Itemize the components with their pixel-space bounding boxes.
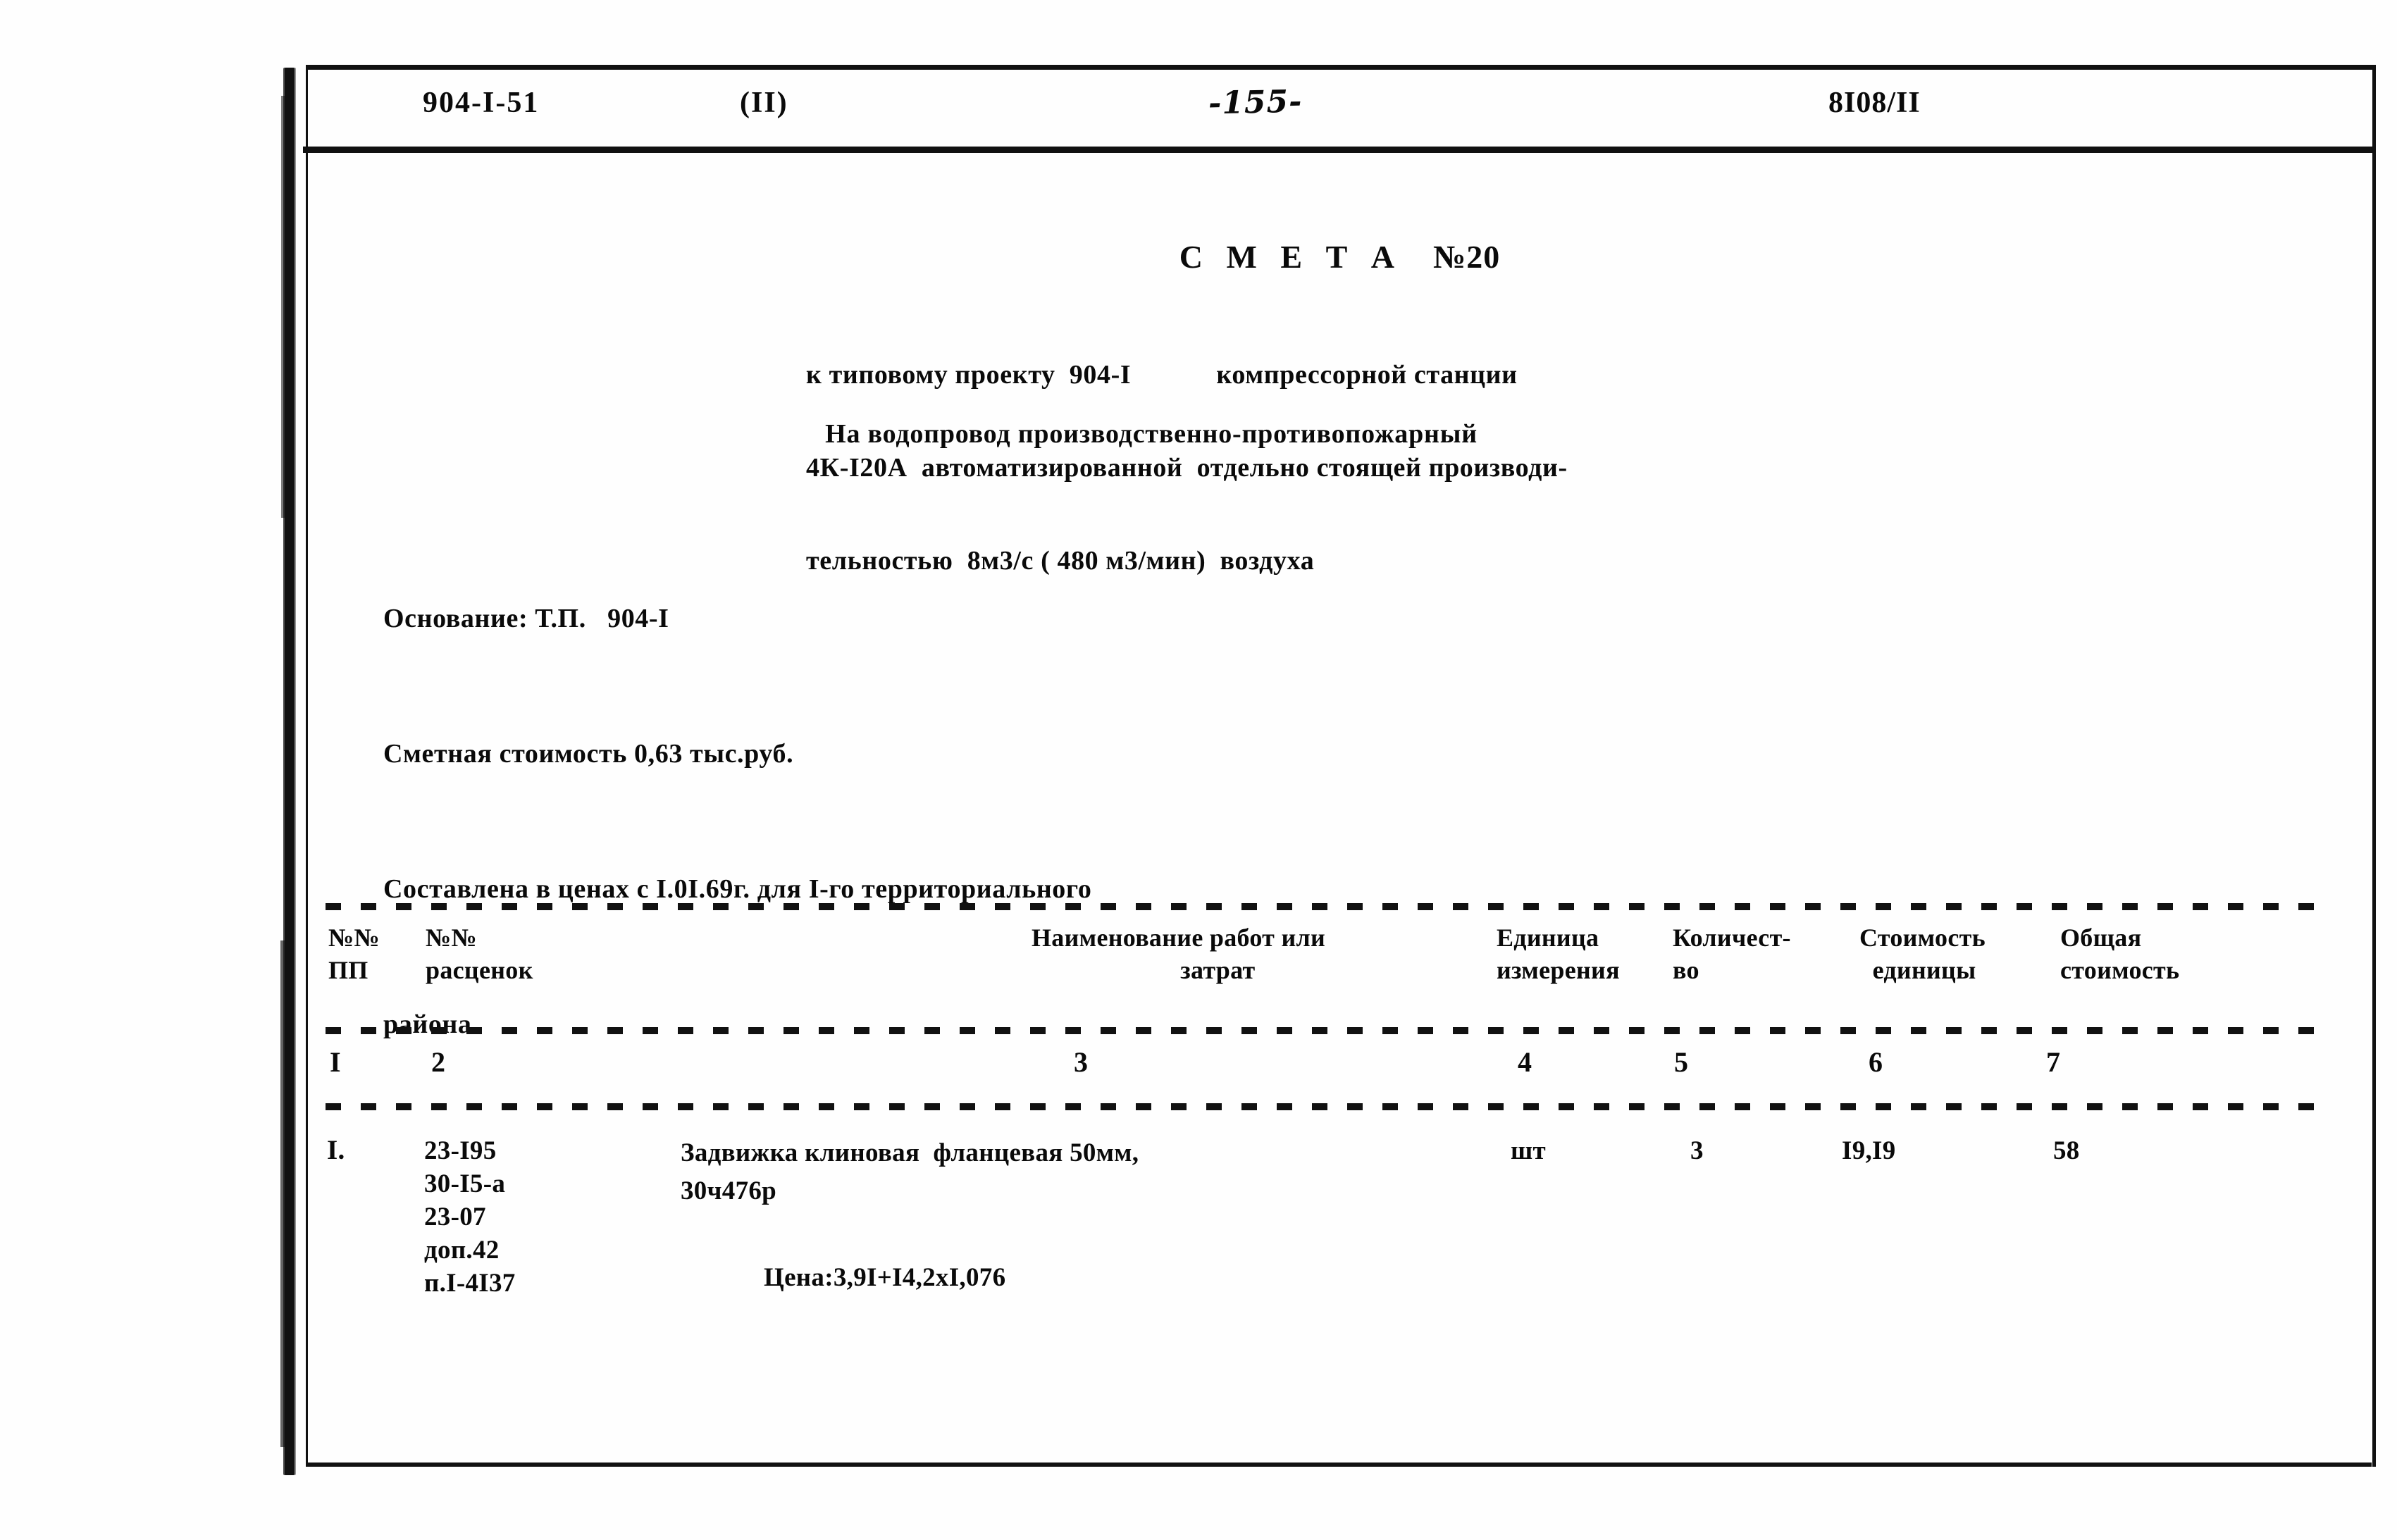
column-number-2: 2 [431, 1046, 445, 1078]
column-number-7: 7 [2046, 1046, 2060, 1078]
row-quantity: 3 [1690, 1136, 1704, 1165]
header-project-code: 904-I-51 [423, 87, 540, 119]
column-number-3: 3 [1074, 1046, 1088, 1078]
intro-line-2: 4К-I20А автоматизированной отдельно стоя… [806, 453, 1568, 483]
basis-line-1: Основание: Т.П. 904-I [383, 604, 669, 633]
table-row: I. 23-I95 30-I5-а 23-07 доп.42 п.I-4I37 … [313, 1134, 2356, 1367]
scanned-document-page: 904-I-51 (II) -155- 8I08/II С М Е Т А №20… [0, 0, 2397, 1540]
header-page-number: -155- [1208, 83, 1303, 122]
column-header-kolichestvo: Количест- во [1673, 924, 1791, 984]
binding-edge-mark [280, 68, 294, 1475]
column-number-4: 4 [1518, 1046, 1532, 1078]
row-price-note: Цена:3,9I+I4,2xI,076 [764, 1263, 1006, 1292]
row-total-cost: 58 [2053, 1136, 2080, 1165]
row-description: Задвижка клиновая фланцевая 50мм, 30ч476… [681, 1138, 1139, 1205]
header-document-number: 8I08/II [1828, 87, 1921, 119]
table-dashed-rule-bottom [326, 1103, 2334, 1110]
row-index: I. [327, 1135, 345, 1165]
table-column-number-row: I 2 3 4 5 6 7 [313, 1045, 2356, 1096]
document-title: С М Е Т А №20 [313, 238, 2367, 275]
row-unit: шт [1511, 1136, 1547, 1165]
frame-rule-bottom [307, 1463, 2372, 1467]
column-header-pp: №№ ПП [328, 924, 380, 984]
document-body: С М Е Т А №20 к типовому проекту 904-I ко… [313, 159, 2367, 1459]
column-header-total-cost: Общая стоимость [2060, 924, 2180, 984]
document-subtitle: На водопровод производственно-противопож… [825, 419, 1478, 449]
header-part-number: (II) [740, 87, 788, 119]
column-number-1: I [330, 1046, 341, 1078]
column-header-rascenok: №№ расценок [426, 924, 533, 984]
row-rate-codes: 23-I95 30-I5-а 23-07 доп.42 п.I-4I37 [424, 1136, 516, 1298]
table-dashed-rule-middle [326, 1027, 2334, 1034]
table-dashed-rule-top [326, 903, 2334, 910]
intro-line-1: к типовому проекту 904-I компрессорной с… [806, 360, 1518, 390]
page-header-strip: 904-I-51 (II) -155- 8I08/II [310, 79, 2367, 144]
column-header-edinica: Единица измерения [1497, 924, 1620, 984]
basis-line-2: Сметная стоимость 0,63 тыс.руб. [383, 739, 794, 769]
frame-rule-under-header [303, 147, 2374, 153]
column-number-6: 6 [1869, 1046, 1883, 1078]
document-title-word: С М Е Т А [1179, 239, 1402, 275]
column-header-naimenovanie: Наименование работ или затрат [1032, 924, 1326, 984]
column-header-unit-cost: Стоимость единицы [1859, 924, 1986, 984]
column-number-5: 5 [1674, 1046, 1688, 1078]
document-basis-block: Основание: Т.П. 904-I Сметная стоимость … [383, 506, 1933, 1137]
document-title-number: №20 [1433, 239, 1501, 275]
row-unit-cost: I9,I9 [1842, 1136, 1896, 1165]
table-header-row: №№ ПП №№ расценок Наименование работ или… [313, 921, 2356, 1013]
